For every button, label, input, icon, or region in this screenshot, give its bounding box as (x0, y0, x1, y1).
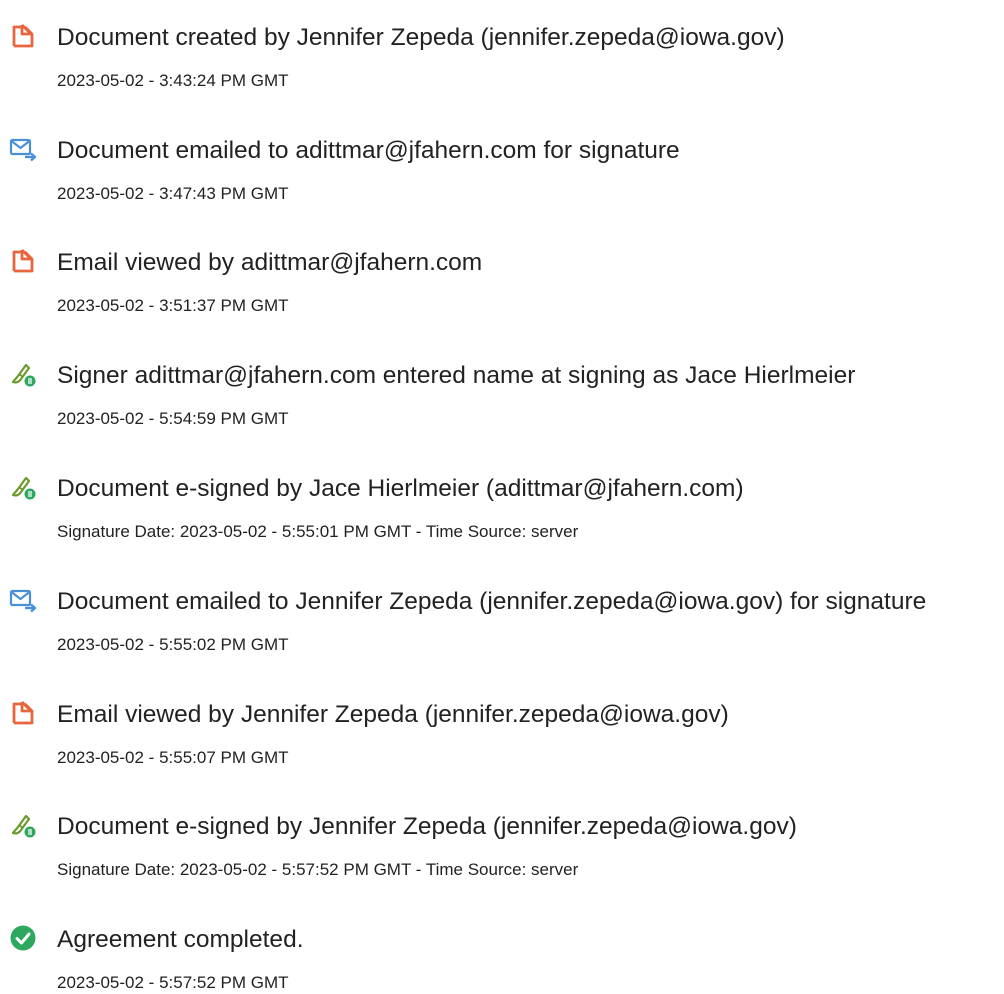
event-timestamp: 2023-05-02 - 5:55:02 PM GMT (57, 635, 289, 654)
document-icon (9, 699, 37, 727)
event-timestamp: Signature Date: 2023-05-02 - 5:55:01 PM … (57, 522, 579, 541)
esign-pen-icon (9, 473, 37, 501)
audit-event: Document emailed to Jennifer Zepeda (jen… (0, 574, 1004, 654)
esign-pen-icon (9, 811, 37, 839)
event-title: Document e-signed by Jennifer Zepeda (je… (57, 813, 797, 840)
event-title: Document e-signed by Jace Hierlmeier (ad… (57, 475, 744, 502)
esign-pen-icon (9, 360, 37, 388)
event-title: Document emailed to adittmar@jfahern.com… (57, 137, 680, 164)
email-send-icon (9, 586, 37, 614)
audit-history-list: Document created by Jennifer Zepeda (jen… (0, 0, 1004, 994)
event-title: Agreement completed. (57, 926, 304, 953)
event-title: Signer adittmar@jfahern.com entered name… (57, 362, 856, 389)
event-timestamp: 2023-05-02 - 5:57:52 PM GMT (57, 973, 289, 992)
event-timestamp: 2023-05-02 - 5:54:59 PM GMT (57, 409, 289, 428)
check-circle-icon (9, 924, 37, 952)
event-title: Email viewed by Jennifer Zepeda (jennife… (57, 701, 729, 728)
audit-event: Agreement completed. 2023-05-02 - 5:57:5… (0, 912, 1004, 992)
audit-event: Document e-signed by Jennifer Zepeda (je… (0, 799, 1004, 879)
event-title: Email viewed by adittmar@jfahern.com (57, 249, 483, 276)
email-send-icon (9, 135, 37, 163)
event-timestamp: 2023-05-02 - 3:47:43 PM GMT (57, 184, 289, 203)
audit-event: Document e-signed by Jace Hierlmeier (ad… (0, 461, 1004, 541)
document-icon (9, 22, 37, 50)
audit-event: Email viewed by Jennifer Zepeda (jennife… (0, 687, 1004, 767)
event-title: Document created by Jennifer Zepeda (jen… (57, 24, 785, 51)
document-icon (9, 247, 37, 275)
event-title: Document emailed to Jennifer Zepeda (jen… (57, 588, 927, 615)
audit-event: Document created by Jennifer Zepeda (jen… (0, 10, 1004, 90)
event-timestamp: 2023-05-02 - 3:43:24 PM GMT (57, 71, 289, 90)
audit-event: Email viewed by adittmar@jfahern.com 202… (0, 235, 1004, 315)
event-timestamp: Signature Date: 2023-05-02 - 5:57:52 PM … (57, 860, 579, 879)
audit-event: Signer adittmar@jfahern.com entered name… (0, 348, 1004, 428)
event-timestamp: 2023-05-02 - 3:51:37 PM GMT (57, 296, 289, 315)
audit-event: Document emailed to adittmar@jfahern.com… (0, 123, 1004, 203)
event-timestamp: 2023-05-02 - 5:55:07 PM GMT (57, 748, 289, 767)
